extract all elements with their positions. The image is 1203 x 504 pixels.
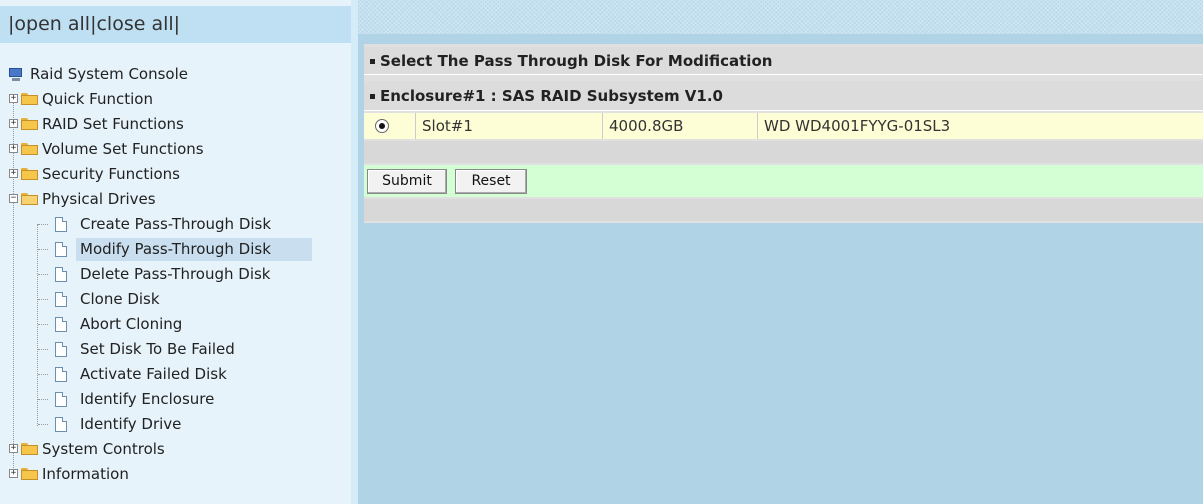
tree-folder-security-functions[interactable]: + Security Functions xyxy=(0,162,351,187)
tree-folder-physical-drives[interactable]: − Physical Drives xyxy=(0,187,351,212)
tree-folder-information[interactable]: + Information xyxy=(0,462,351,487)
slot-cell: Slot#1 xyxy=(415,113,602,139)
tree-folder-label: Quick Function xyxy=(42,90,153,108)
submit-button[interactable]: Submit xyxy=(367,169,447,194)
close-all-link[interactable]: close all xyxy=(96,6,173,43)
tree-folder-label: Information xyxy=(42,465,129,483)
expand-plus-icon[interactable]: + xyxy=(9,169,18,178)
tree-item-label: Activate Failed Disk xyxy=(80,365,227,383)
tree-folder-label: System Controls xyxy=(42,440,165,458)
panel-header: Select The Pass Through Disk For Modific… xyxy=(364,47,1203,75)
folder-open-icon xyxy=(21,193,38,205)
tree-toolbar: |open all|close all| xyxy=(0,6,351,43)
tree-folder-raid-set-functions[interactable]: + RAID Set Functions xyxy=(0,112,351,137)
pass-through-panel: Select The Pass Through Disk For Modific… xyxy=(364,44,1203,223)
tree-root[interactable]: Raid System Console xyxy=(0,62,351,87)
bullet-icon xyxy=(370,59,375,64)
tree-item-set-disk-to-be-failed[interactable]: Set Disk To Be Failed xyxy=(0,337,351,362)
tree-item-clone-disk[interactable]: Clone Disk xyxy=(0,287,351,312)
document-icon xyxy=(55,342,67,357)
document-icon xyxy=(55,217,67,232)
disk-select-radio[interactable] xyxy=(375,119,389,133)
tree-item-modify-pass-through-disk[interactable]: Modify Pass-Through Disk xyxy=(0,237,351,262)
enclosure-title: Enclosure#1 : SAS RAID Subsystem V1.0 xyxy=(380,87,723,105)
tree-item-label: Clone Disk xyxy=(80,290,160,308)
expand-plus-icon[interactable]: + xyxy=(9,444,18,453)
toolbar-divider: | xyxy=(173,13,181,35)
tree-item-activate-failed-disk[interactable]: Activate Failed Disk xyxy=(0,362,351,387)
tree-root-label: Raid System Console xyxy=(30,65,188,83)
header-banner xyxy=(358,0,1203,34)
tree-item-label: Identify Enclosure xyxy=(80,390,215,408)
app-frame: |open all|close all| Raid System Console… xyxy=(0,0,1203,504)
expand-plus-icon[interactable]: + xyxy=(9,469,18,478)
panel-title: Select The Pass Through Disk For Modific… xyxy=(380,52,773,70)
document-icon xyxy=(55,292,67,307)
tree-item-delete-pass-through-disk[interactable]: Delete Pass-Through Disk xyxy=(0,262,351,287)
document-icon xyxy=(55,242,67,257)
model-cell: WD WD4001FYYG-01SL3 xyxy=(757,113,1203,139)
table-row[interactable]: Slot#1 4000.8GB WD WD4001FYYG-01SL3 xyxy=(364,113,1203,139)
tree-item-label: Abort Cloning xyxy=(80,315,183,333)
document-icon xyxy=(55,267,67,282)
tree-folder-quick-function[interactable]: + Quick Function xyxy=(0,87,351,112)
collapse-minus-icon[interactable]: − xyxy=(9,194,18,203)
expand-plus-icon[interactable]: + xyxy=(9,144,18,153)
document-icon xyxy=(55,317,67,332)
tree-item-label: Identify Drive xyxy=(80,415,182,433)
tree-folder-label: Physical Drives xyxy=(42,190,156,208)
document-icon xyxy=(55,392,67,407)
folder-icon xyxy=(21,468,38,480)
tree-item-identify-drive[interactable]: Identify Drive xyxy=(0,412,351,437)
capacity-cell: 4000.8GB xyxy=(602,113,757,139)
sidebar: |open all|close all| Raid System Console… xyxy=(0,0,351,504)
action-row: Submit Reset xyxy=(364,165,1203,197)
expand-plus-icon[interactable]: + xyxy=(9,119,18,128)
tree-item-create-pass-through-disk[interactable]: Create Pass-Through Disk xyxy=(0,212,351,237)
expand-plus-icon[interactable]: + xyxy=(9,94,18,103)
tree-item-label: Modify Pass-Through Disk xyxy=(80,240,271,258)
folder-icon xyxy=(21,93,38,105)
reset-button[interactable]: Reset xyxy=(455,169,527,194)
folder-icon xyxy=(21,443,38,455)
tree-folder-label: Security Functions xyxy=(42,165,180,183)
folder-icon xyxy=(21,143,38,155)
spacer-row xyxy=(364,141,1203,163)
folder-icon xyxy=(21,118,38,130)
enclosure-header: Enclosure#1 : SAS RAID Subsystem V1.0 xyxy=(364,81,1203,111)
tree-item-abort-cloning[interactable]: Abort Cloning xyxy=(0,312,351,337)
document-icon xyxy=(55,367,67,382)
tree-item-label: Set Disk To Be Failed xyxy=(80,340,235,358)
open-all-link[interactable]: open all xyxy=(14,6,90,43)
tree-item-label: Delete Pass-Through Disk xyxy=(80,265,271,283)
tree-folder-label: Volume Set Functions xyxy=(42,140,204,158)
console-icon xyxy=(9,68,24,81)
spacer-row xyxy=(364,199,1203,221)
tree-folder-system-controls[interactable]: + System Controls xyxy=(0,437,351,462)
navigation-tree: Raid System Console + Quick Function + R… xyxy=(0,62,351,487)
tree-item-label: Create Pass-Through Disk xyxy=(80,215,272,233)
main-content: Select The Pass Through Disk For Modific… xyxy=(358,0,1203,504)
tree-folder-label: RAID Set Functions xyxy=(42,115,184,133)
document-icon xyxy=(55,417,67,432)
folder-icon xyxy=(21,168,38,180)
tree-item-identify-enclosure[interactable]: Identify Enclosure xyxy=(0,387,351,412)
bullet-icon xyxy=(370,94,375,99)
tree-folder-volume-set-functions[interactable]: + Volume Set Functions xyxy=(0,137,351,162)
